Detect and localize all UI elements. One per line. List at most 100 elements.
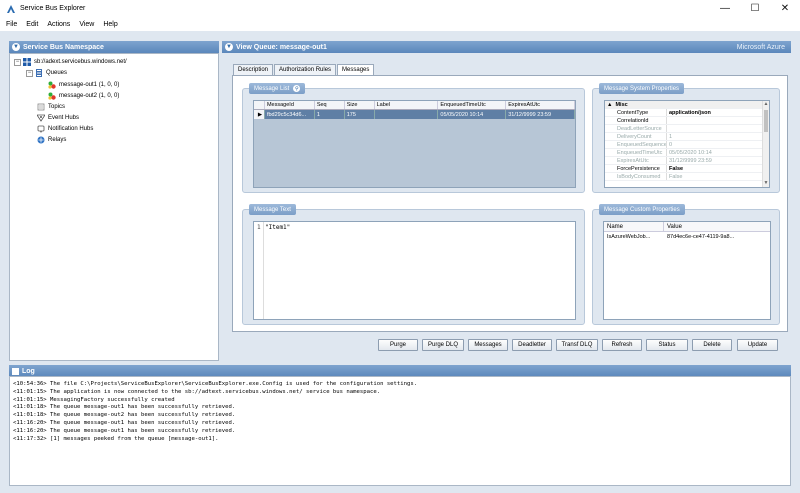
close-button[interactable]: ✕ bbox=[770, 0, 800, 17]
namespace-tree: − sb://adext.servicebus.windows.net/ − Q… bbox=[9, 53, 219, 361]
tab-strip: Description Authorization Rules Messages bbox=[233, 64, 375, 75]
message-body[interactable]: "Item1" bbox=[265, 224, 290, 231]
log-output[interactable]: <10:54:36> The file C:\Projects\ServiceB… bbox=[9, 376, 791, 486]
tree-item-label: Event Hubs bbox=[48, 115, 80, 121]
message-text-title: Message Text bbox=[249, 204, 296, 215]
log-line: <11:16:20> The queue message-out1 has be… bbox=[13, 419, 236, 426]
column-header-enqueued[interactable]: EnqueuedTimeUtc bbox=[438, 101, 507, 109]
log-line: <11:16:20> The queue message-out1 has be… bbox=[13, 427, 236, 434]
collapse-icon[interactable]: − bbox=[14, 58, 21, 66]
event-hubs-icon bbox=[37, 114, 45, 122]
menu-actions[interactable]: Actions bbox=[47, 21, 70, 28]
namespace-panel-title: Service Bus Namespace bbox=[23, 43, 104, 51]
messages-tab-panel: Message List ⚲ MessageId Seq Size Label … bbox=[232, 75, 788, 332]
property-row[interactable]: EnqueuedSequenceN 0 bbox=[605, 141, 769, 149]
menu-file[interactable]: File bbox=[6, 21, 17, 28]
purge-button[interactable]: Purge bbox=[378, 339, 418, 351]
property-row[interactable]: ExpiresAtUtc 31/12/9999 23:59 bbox=[605, 157, 769, 165]
tree-item-queues[interactable]: − Queues bbox=[26, 68, 67, 78]
message-text-editor[interactable]: 1 "Item1" bbox=[253, 221, 576, 320]
column-header-size[interactable]: Size bbox=[345, 101, 375, 109]
row-selector-icon[interactable]: ▶ bbox=[254, 110, 265, 119]
minimize-button[interactable]: — bbox=[710, 0, 740, 17]
tree-item-label: Relays bbox=[48, 137, 67, 143]
property-row[interactable]: IsBodyConsumed False bbox=[605, 173, 769, 181]
cell-name: IsAzureWebJob... bbox=[607, 233, 651, 240]
tab-authorization-rules[interactable]: Authorization Rules bbox=[274, 64, 337, 75]
status-button[interactable]: Status bbox=[646, 339, 688, 351]
cell-size: 175 bbox=[345, 110, 375, 119]
system-properties-group: Message System Properties ▲ Misc ContentT… bbox=[592, 83, 780, 193]
messages-button[interactable]: Messages bbox=[468, 339, 508, 351]
transf-dlq-button[interactable]: Transf DLQ bbox=[556, 339, 598, 351]
properties-scrollbar[interactable]: ▲ ▼ bbox=[762, 101, 769, 187]
tree-item-queue-message-out2[interactable]: message-out2 (1, 0, 0) bbox=[48, 91, 119, 101]
tab-messages[interactable]: Messages bbox=[337, 64, 375, 75]
collapse-icon[interactable]: − bbox=[26, 69, 33, 77]
property-row[interactable]: ForcePersistence False bbox=[605, 165, 769, 173]
tree-item-namespace[interactable]: − sb://adext.servicebus.windows.net/ bbox=[14, 57, 127, 67]
menu-bar: File Edit Actions View Help bbox=[0, 17, 800, 31]
column-header-messageid[interactable]: MessageId bbox=[265, 101, 315, 109]
message-text-group: Message Text 1 "Item1" bbox=[242, 204, 585, 325]
custom-properties-header: Name Value bbox=[604, 222, 770, 232]
queue-view: Description Authorization Rules Messages… bbox=[222, 53, 791, 361]
custom-properties-group: Message Custom Properties Name Value IsA… bbox=[592, 204, 780, 325]
tree-item-topics[interactable]: Topics bbox=[37, 102, 65, 112]
queue-icon bbox=[48, 81, 56, 89]
scroll-up-icon[interactable]: ▲ bbox=[763, 101, 769, 108]
log-line: <10:54:36> The file C:\Projects\ServiceB… bbox=[13, 381, 418, 387]
refresh-button[interactable]: Refresh bbox=[602, 339, 642, 351]
scroll-down-icon[interactable]: ▼ bbox=[763, 180, 769, 187]
column-header-label[interactable]: Label bbox=[375, 101, 439, 109]
property-row[interactable]: CorrelationId bbox=[605, 117, 769, 125]
tree-item-queue-message-out1[interactable]: message-out1 (1, 0, 0) bbox=[48, 80, 119, 90]
property-row[interactable]: DeliveryCount 1 bbox=[605, 133, 769, 141]
panel-icon: ▼ bbox=[12, 43, 20, 51]
line-number: 1 bbox=[257, 224, 261, 231]
column-header-expires[interactable]: ExpiresAtUtc bbox=[506, 101, 575, 109]
property-row[interactable]: DeadLetterSource bbox=[605, 125, 769, 133]
update-button[interactable]: Update bbox=[737, 339, 778, 351]
deadletter-button[interactable]: Deadletter bbox=[512, 339, 552, 351]
system-properties-title: Message System Properties bbox=[599, 83, 685, 94]
tree-item-relays[interactable]: Relays bbox=[37, 135, 66, 145]
delete-button[interactable]: Delete bbox=[692, 339, 732, 351]
message-list-header: MessageId Seq Size Label EnqueuedTimeUtc… bbox=[254, 101, 575, 110]
app-icon bbox=[7, 4, 15, 13]
log-panel-title: Log bbox=[22, 367, 35, 375]
tree-item-notification-hubs[interactable]: Notification Hubs bbox=[37, 124, 93, 134]
log-line: <11:01:15> The application is now connec… bbox=[13, 388, 381, 395]
queue-panel-title: View Queue: message-out1 bbox=[236, 43, 327, 51]
cell-seq: 1 bbox=[315, 110, 345, 119]
tree-item-label: Topics bbox=[48, 104, 66, 110]
namespace-icon bbox=[23, 58, 31, 66]
table-row[interactable]: ▶ fbd29c5c34d6... 1 175 05/05/2020 10:14… bbox=[254, 110, 575, 119]
tree-item-event-hubs[interactable]: Event Hubs bbox=[37, 113, 79, 123]
tree-item-label: Queues bbox=[46, 70, 68, 76]
scrollbar-thumb[interactable] bbox=[764, 110, 768, 132]
column-header-seq[interactable]: Seq bbox=[315, 101, 345, 109]
log-line: <11:01:18> The queue message-out2 has be… bbox=[13, 412, 236, 419]
row-header-cell bbox=[254, 101, 265, 109]
property-row[interactable]: ContentType application/json bbox=[605, 109, 769, 117]
column-header-name[interactable]: Name bbox=[604, 222, 664, 231]
relays-icon bbox=[37, 136, 45, 144]
tab-description[interactable]: Description bbox=[233, 64, 274, 75]
menu-edit[interactable]: Edit bbox=[26, 21, 38, 28]
collapse-icon[interactable]: ▲ bbox=[607, 102, 612, 108]
menu-help[interactable]: Help bbox=[103, 21, 117, 28]
tree-item-label: message-out1 (1, 0, 0) bbox=[59, 82, 120, 88]
table-row[interactable]: IsAzureWebJob... 87d4ec6e-ce47-4119-9a8.… bbox=[604, 232, 770, 241]
column-header-value[interactable]: Value bbox=[664, 222, 770, 231]
property-row[interactable]: EnqueuedTimeUtc 05/05/2020 10:14 bbox=[605, 149, 769, 157]
queue-icon bbox=[48, 92, 56, 100]
filter-icon[interactable]: ⚲ bbox=[293, 85, 301, 92]
cell-value: 87d4ec6e-ce47-4119-9a8... bbox=[667, 233, 735, 240]
menu-view[interactable]: View bbox=[79, 21, 94, 28]
notification-hubs-icon bbox=[37, 125, 45, 133]
property-category[interactable]: ▲ Misc bbox=[605, 101, 769, 109]
maximize-button[interactable]: ☐ bbox=[740, 0, 770, 17]
purge-dlq-button[interactable]: Purge DLQ bbox=[422, 339, 464, 351]
log-line: <11:17:32> [1] messages peeked from the … bbox=[13, 435, 219, 442]
